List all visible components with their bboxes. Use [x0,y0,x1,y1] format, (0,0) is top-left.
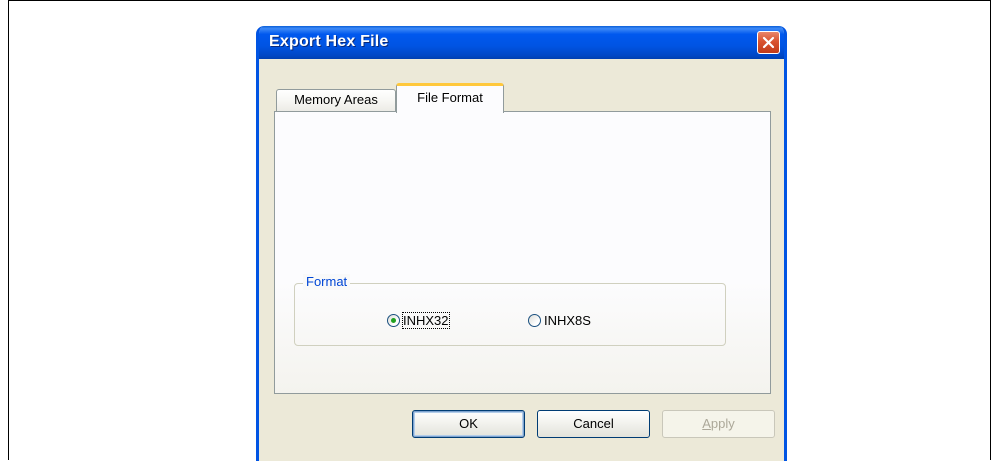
tab-file-format-label: File Format [417,90,483,105]
tab-memory-areas[interactable]: Memory Areas [276,89,396,111]
tab-file-format[interactable]: File Format [396,83,504,113]
tab-memory-areas-label: Memory Areas [294,92,378,107]
inhx8s-label: INHX8S [544,312,591,328]
window-title: Export Hex File [269,33,389,50]
ok-button[interactable]: OK [412,410,525,438]
screenshot-frame: Export Hex File Memory Areas File Format… [8,0,991,461]
cancel-button[interactable]: Cancel [537,410,650,438]
apply-label-rest: pply [710,416,735,431]
file-format-panel: Format INHX32 INHX8S [274,111,771,394]
apply-mnemonic: A [702,416,711,431]
radio-unchecked-icon [528,313,541,327]
apply-button[interactable]: Apply [662,410,775,438]
export-hex-file-dialog: Export Hex File Memory Areas File Format… [256,26,787,461]
close-icon [762,36,775,49]
inhx32-label: INHX32 [402,311,450,329]
format-groupbox: Format INHX32 INHX8S [294,274,726,346]
inhx32-radio[interactable]: INHX32 [387,311,450,329]
format-group-label: Format [303,274,351,290]
inhx8s-radio[interactable]: INHX8S [528,311,591,329]
title-bar[interactable]: Export Hex File [259,26,784,59]
radio-checked-icon [387,313,400,327]
close-button[interactable] [757,31,780,54]
